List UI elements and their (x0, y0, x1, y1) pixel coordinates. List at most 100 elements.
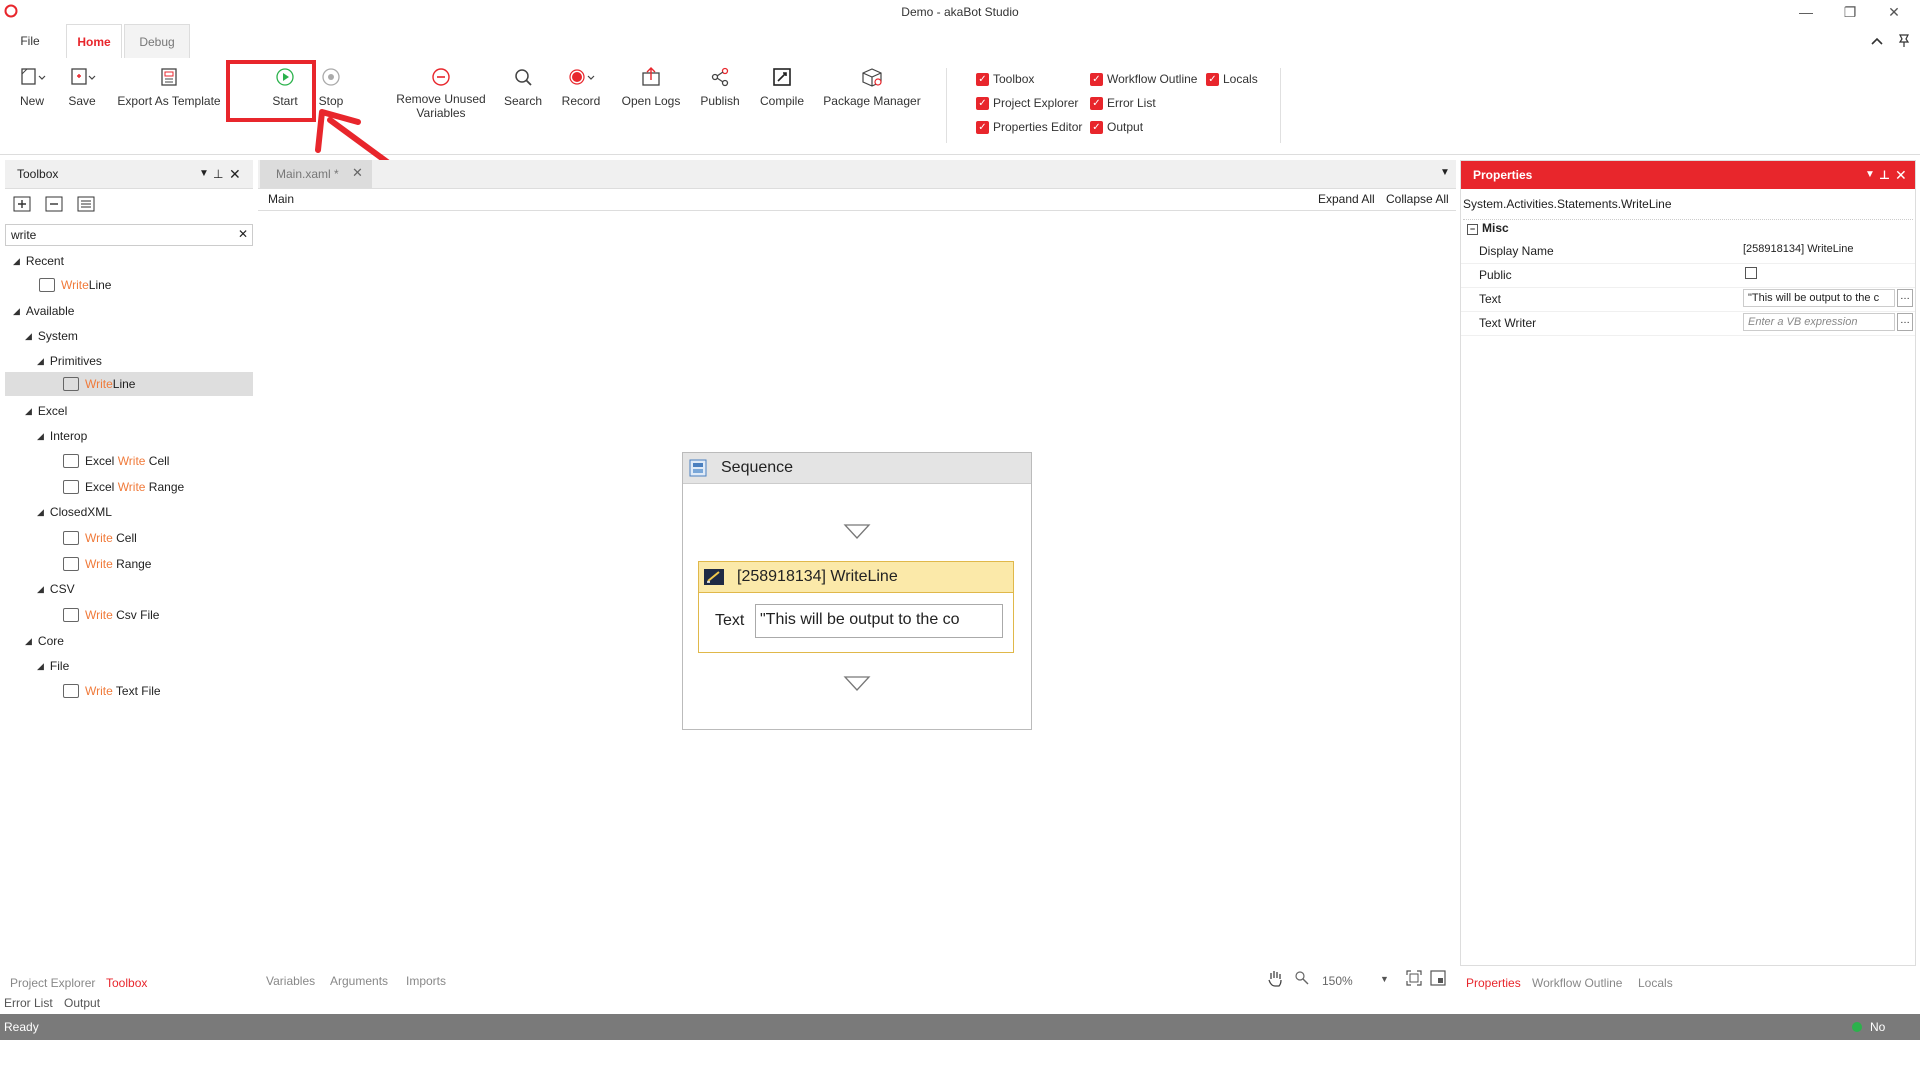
restore-button[interactable]: ❐ (1836, 2, 1864, 22)
property-category-misc[interactable]: − Misc (1463, 219, 1913, 238)
tab-main-xaml[interactable]: Main.xaml * ✕ (260, 160, 372, 188)
tab-locals[interactable]: Locals (1638, 976, 1673, 990)
toggle-error-list[interactable]: ✓ Error List (1090, 96, 1156, 110)
panel-close-icon[interactable]: ✕ (1895, 161, 1907, 189)
tree-primitives[interactable]: ◢ Primitives (37, 354, 102, 368)
toggle-toolbox[interactable]: ✓ Toolbox (976, 72, 1034, 86)
zoom-dropdown-icon[interactable]: ▼ (1380, 974, 1389, 984)
drop-target-arrow-icon[interactable] (843, 675, 871, 693)
tree-item-write-range[interactable]: Write Range (63, 557, 151, 571)
tab-arguments[interactable]: Arguments (330, 974, 388, 988)
collapse-ribbon-icon[interactable] (1870, 34, 1884, 48)
tab-variables[interactable]: Variables (266, 974, 315, 988)
toolbox-panel: Toolbox ▼ ⊥ ✕ write ✕ ◢ Recent WriteLine … (5, 160, 253, 966)
tabs-overflow-icon[interactable]: ▼ (1440, 167, 1450, 178)
public-checkbox[interactable] (1745, 267, 1757, 279)
tree-recent[interactable]: ◢ Recent (13, 254, 64, 268)
panel-close-icon[interactable]: ✕ (229, 160, 241, 188)
text-writer-input[interactable]: Enter a VB expression (1743, 313, 1895, 331)
toolbox-search-box[interactable]: write ✕ (5, 224, 253, 246)
tree-item-write-csv-file[interactable]: Write Csv File (63, 608, 159, 622)
tree-system[interactable]: ◢ System (25, 329, 78, 343)
tree-item-writeline[interactable]: WriteLine (63, 377, 135, 391)
tree-available[interactable]: ◢ Available (13, 304, 74, 318)
display-name-value[interactable]: [258918134] WriteLine (1743, 243, 1854, 255)
panel-dropdown-icon[interactable]: ▼ (199, 160, 209, 188)
text-ellipsis-button[interactable]: … (1897, 289, 1913, 307)
minimize-button[interactable]: — (1792, 2, 1820, 22)
record-button[interactable]: Record (560, 66, 602, 108)
fit-to-screen-icon[interactable] (1406, 970, 1422, 986)
writeline-header: [258918134] WriteLine (699, 562, 1013, 593)
writeline-activity[interactable]: [258918134] WriteLine Text "This will be… (698, 561, 1014, 653)
tree-excel[interactable]: ◢ Excel (25, 404, 67, 418)
toggle-locals[interactable]: ✓ Locals (1206, 72, 1258, 86)
list-view-icon[interactable] (77, 196, 95, 212)
checkbox-checked-icon: ✓ (976, 96, 989, 110)
tree-item-excel-write-cell[interactable]: Excel Write Cell (63, 454, 169, 468)
overview-icon[interactable] (1430, 970, 1446, 986)
toggle-project-explorer[interactable]: ✓ Project Explorer (976, 96, 1078, 110)
close-tab-icon[interactable]: ✕ (352, 165, 363, 181)
tree-item-write-text-file[interactable]: Write Text File (63, 684, 161, 698)
export-template-button[interactable]: Export As Template (117, 66, 221, 108)
zoom-level[interactable]: 150% (1322, 974, 1353, 988)
tree-item-recent-writeline[interactable]: WriteLine (39, 278, 111, 292)
tab-toolbox[interactable]: Toolbox (106, 976, 147, 990)
breadcrumb[interactable]: Main (268, 192, 294, 206)
panel-pin-icon[interactable]: ⊥ (213, 160, 223, 188)
tab-properties[interactable]: Properties (1466, 976, 1521, 990)
tab-error-list[interactable]: Error List (4, 996, 53, 1010)
publish-button[interactable]: Publish (696, 66, 744, 108)
drop-target-arrow-icon[interactable] (843, 523, 871, 541)
tree-csv[interactable]: ◢ CSV (37, 582, 75, 596)
tab-imports[interactable]: Imports (406, 974, 446, 988)
tab-project-explorer[interactable]: Project Explorer (10, 976, 95, 990)
expanded-triangle-icon: ◢ (37, 430, 44, 441)
hand-pan-icon[interactable] (1266, 968, 1284, 988)
clear-search-icon[interactable]: ✕ (238, 227, 248, 241)
package-manager-button[interactable]: Package Manager (822, 66, 922, 108)
tab-output[interactable]: Output (64, 996, 100, 1010)
new-button[interactable]: New (14, 66, 50, 108)
text-property-input[interactable]: "This will be output to the c (1743, 289, 1895, 307)
tree-item-write-cell[interactable]: Write Cell (63, 531, 137, 545)
tree-item-excel-write-range[interactable]: Excel Write Range (63, 480, 184, 494)
open-logs-button[interactable]: Open Logs (620, 66, 682, 108)
text-writer-ellipsis-button[interactable]: … (1897, 313, 1913, 331)
expand-all-link[interactable]: Expand All (1318, 192, 1375, 206)
panel-dropdown-icon[interactable]: ▼ (1865, 161, 1875, 189)
compile-button[interactable]: Compile (756, 66, 808, 108)
menu-tabs: File Home Debug (0, 24, 1920, 60)
collapse-all-link[interactable]: Collapse All (1386, 192, 1449, 206)
checkbox-checked-icon: ✓ (976, 72, 989, 86)
collapse-category-icon[interactable]: − (1467, 224, 1478, 235)
toggle-workflow-outline[interactable]: ✓ Workflow Outline (1090, 72, 1197, 86)
panel-pin-icon[interactable]: ⊥ (1879, 161, 1890, 189)
ribbon-separator (946, 68, 947, 143)
checkbox-checked-icon: ✓ (1090, 72, 1103, 86)
writeline-text-input[interactable]: "This will be output to the co (755, 604, 1003, 638)
pin-icon[interactable] (1896, 32, 1912, 48)
collapse-all-icon[interactable] (45, 196, 63, 212)
tree-core[interactable]: ◢ Core (25, 634, 64, 648)
toggle-output[interactable]: ✓ Output (1090, 120, 1143, 134)
tab-home[interactable]: Home (66, 24, 122, 60)
property-row-text-writer: Text Writer Enter a VB expression … (1461, 311, 1915, 336)
expand-all-icon[interactable] (13, 196, 31, 212)
tree-interop[interactable]: ◢ Interop (37, 429, 87, 443)
property-type-name: System.Activities.Statements.WriteLine (1463, 197, 1672, 211)
share-icon (711, 67, 729, 87)
toolbox-search-input[interactable]: write (11, 228, 36, 242)
tree-file[interactable]: ◢ File (37, 659, 69, 673)
tree-closedxml[interactable]: ◢ ClosedXML (37, 505, 112, 519)
tab-debug[interactable]: Debug (124, 24, 190, 60)
toggle-properties-editor[interactable]: ✓ Properties Editor (976, 120, 1082, 134)
close-window-button[interactable]: ✕ (1880, 2, 1908, 22)
tab-workflow-outline[interactable]: Workflow Outline (1532, 976, 1622, 990)
tab-file[interactable]: File (6, 24, 54, 58)
sequence-activity[interactable]: Sequence [258918134] WriteLine Text "Thi… (682, 452, 1032, 730)
zoom-icon[interactable] (1294, 970, 1310, 986)
checkbox-checked-icon: ✓ (1206, 72, 1219, 86)
save-button[interactable]: Save (64, 66, 100, 108)
